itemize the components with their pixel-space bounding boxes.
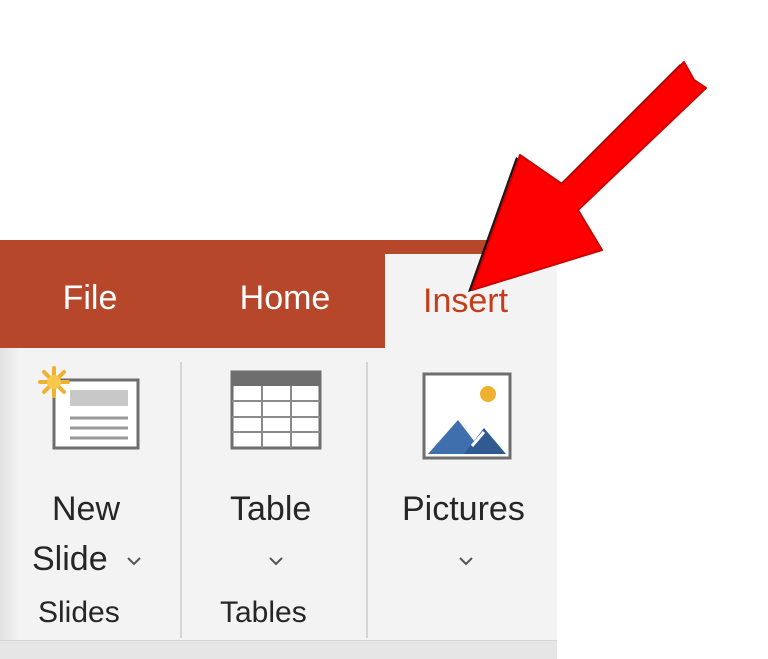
chevron-down-icon	[459, 557, 473, 566]
new-slide-label-line1: New	[52, 490, 121, 528]
tab-insert-label: Insert	[423, 281, 509, 320]
table-label: Table	[230, 490, 312, 528]
chevron-down-icon	[269, 557, 283, 566]
tab-home[interactable]: Home	[205, 240, 365, 348]
group-separator	[180, 362, 182, 638]
group-label-tables: Tables	[220, 596, 307, 629]
table-icon	[230, 370, 322, 450]
tab-file-label: File	[62, 278, 118, 317]
new-slide-button[interactable]: New Slide	[28, 362, 168, 578]
tab-insert[interactable]: Insert	[385, 254, 557, 348]
group-label-slides: Slides	[38, 596, 120, 629]
ribbon-left-edge	[0, 348, 20, 640]
tab-file[interactable]: File	[30, 240, 150, 348]
ribbon-body: New Slide Slides Table Tables Pictures	[0, 348, 557, 659]
ribbon-bottom-edge	[0, 640, 557, 659]
pictures-icon	[422, 372, 512, 460]
new-slide-icon	[38, 366, 140, 450]
pictures-button[interactable]: Pictures	[396, 362, 557, 572]
screenshot-stage: File Home Insert New Slide Slides Table …	[0, 0, 768, 659]
powerpoint-ribbon: File Home Insert New Slide Slides Table …	[0, 240, 557, 659]
group-separator	[366, 362, 368, 638]
chevron-down-icon	[127, 557, 141, 566]
ribbon-tab-bar: File Home Insert	[0, 240, 557, 348]
pictures-label: Pictures	[402, 490, 525, 528]
new-slide-label-line2: Slide	[32, 540, 108, 578]
tab-home-label: Home	[239, 278, 331, 317]
table-button[interactable]: Table	[208, 362, 344, 572]
